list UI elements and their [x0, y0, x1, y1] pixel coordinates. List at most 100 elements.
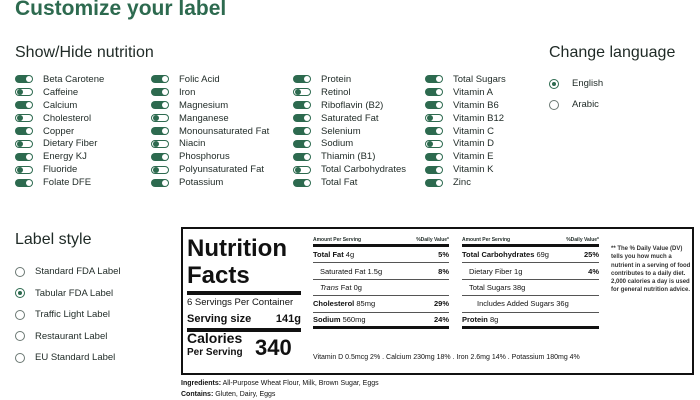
toggle-switch[interactable]: [425, 101, 443, 110]
toggle-vitamin-d[interactable]: Vitamin D: [425, 137, 506, 150]
toggle-fluoride[interactable]: Fluoride: [15, 163, 104, 176]
toggle-energy-kj[interactable]: Energy KJ: [15, 150, 104, 163]
toggle-switch[interactable]: [151, 101, 169, 110]
toggle-vitamin-b12[interactable]: Vitamin B12: [425, 112, 506, 125]
label-style-eu-standard-label[interactable]: EU Standard Label: [15, 347, 121, 369]
toggle-iron[interactable]: Iron: [151, 86, 269, 99]
toggle-zinc[interactable]: Zinc: [425, 176, 506, 189]
toggle-switch[interactable]: [425, 139, 443, 148]
toggle-switch[interactable]: [151, 178, 169, 187]
toggle-switch[interactable]: [425, 165, 443, 174]
toggle-switch[interactable]: [425, 88, 443, 97]
serving-size-row: Serving size 141g: [187, 313, 301, 325]
toggle-switch[interactable]: [293, 75, 311, 84]
language-english[interactable]: English: [549, 73, 603, 94]
toggle-switch[interactable]: [151, 165, 169, 174]
toggle-switch[interactable]: [151, 139, 169, 148]
toggle-knob: [304, 128, 310, 134]
toggle-dietary-fiber[interactable]: Dietary Fiber: [15, 137, 104, 150]
toggle-polyunsaturated-fat[interactable]: Polyunsaturated Fat: [151, 163, 269, 176]
nutrient-label: Protein: [462, 314, 488, 324]
toggle-folate-dfe[interactable]: Folate DFE: [15, 176, 104, 189]
thick-divider: [187, 291, 301, 295]
toggle-vitamin-c[interactable]: Vitamin C: [425, 125, 506, 138]
toggle-switch[interactable]: [151, 114, 169, 123]
toggle-caffeine[interactable]: Caffeine: [15, 86, 104, 99]
toggle-switch[interactable]: [15, 127, 33, 135]
label-style-tabular-fda-label[interactable]: Tabular FDA Label: [15, 283, 121, 305]
toggle-vitamin-b6[interactable]: Vitamin B6: [425, 99, 506, 112]
toggle-switch[interactable]: [293, 139, 311, 148]
toggle-switch[interactable]: [15, 152, 33, 161]
toggle-switch[interactable]: [15, 139, 33, 148]
toggle-switch[interactable]: [293, 88, 311, 97]
toggle-switch[interactable]: [15, 114, 33, 123]
label-style-restaurant-label[interactable]: Restaurant Label: [15, 326, 121, 348]
radio-button[interactable]: [15, 331, 25, 342]
radio-button[interactable]: [15, 266, 25, 277]
toggle-vitamin-k[interactable]: Vitamin K: [425, 163, 506, 176]
toggle-knob: [162, 128, 168, 134]
radio-button[interactable]: [15, 352, 25, 363]
language-arabic[interactable]: Arabic: [549, 94, 603, 115]
toggle-total-fat[interactable]: Total Fat: [293, 176, 406, 189]
toggle-switch[interactable]: [425, 127, 443, 135]
nutrient-amount: 8g: [489, 314, 499, 324]
toggle-switch[interactable]: [151, 88, 169, 97]
toggle-switch[interactable]: [151, 75, 169, 84]
toggle-vitamin-a[interactable]: Vitamin A: [425, 86, 506, 99]
toggle-switch[interactable]: [15, 101, 33, 110]
toggle-switch[interactable]: [293, 101, 311, 110]
radio-button[interactable]: [15, 288, 25, 299]
toggle-switch[interactable]: [425, 152, 443, 161]
toggle-magnesium[interactable]: Magnesium: [151, 99, 269, 112]
contains-label: Contains:: [181, 391, 214, 398]
toggle-copper[interactable]: Copper: [15, 125, 104, 138]
toggle-selenium[interactable]: Selenium: [293, 125, 406, 138]
toggle-manganese[interactable]: Manganese: [151, 112, 269, 125]
toggle-switch[interactable]: [15, 88, 33, 97]
toggle-folic-acid[interactable]: Folic Acid: [151, 73, 269, 86]
toggle-switch[interactable]: [15, 178, 33, 187]
toggle-thiamin-b1[interactable]: Thiamin (B1): [293, 150, 406, 163]
toggle-switch[interactable]: [293, 127, 311, 135]
toggle-vitamin-e[interactable]: Vitamin E: [425, 150, 506, 163]
toggle-switch[interactable]: [425, 114, 443, 123]
toggle-protein[interactable]: Protein: [293, 73, 406, 86]
toggle-saturated-fat[interactable]: Saturated Fat: [293, 112, 406, 125]
toggle-switch[interactable]: [151, 152, 169, 161]
toggle-niacin[interactable]: Niacin: [151, 137, 269, 150]
toggle-phosphorus[interactable]: Phosphorus: [151, 150, 269, 163]
radio-button[interactable]: [549, 99, 559, 110]
toggle-switch[interactable]: [425, 178, 443, 187]
toggle-beta-carotene[interactable]: Beta Carotene: [15, 73, 104, 86]
toggle-total-sugars[interactable]: Total Sugars: [425, 73, 506, 86]
toggle-label: Magnesium: [179, 99, 229, 111]
label-style-standard-fda-label[interactable]: Standard FDA Label: [15, 261, 121, 283]
toggle-knob: [162, 102, 168, 109]
toggle-switch[interactable]: [293, 178, 311, 187]
toggle-riboflavin-b2[interactable]: Riboflavin (B2): [293, 99, 406, 112]
toggle-switch[interactable]: [425, 75, 443, 84]
toggle-switch[interactable]: [293, 152, 311, 161]
toggle-cholesterol[interactable]: Cholesterol: [15, 112, 104, 125]
toggle-switch[interactable]: [293, 114, 311, 123]
toggle-label: Vitamin B6: [453, 99, 499, 111]
title-line-2: Facts: [187, 262, 250, 289]
toggle-sodium[interactable]: Sodium: [293, 137, 406, 150]
toggle-total-carbohydrates[interactable]: Total Carbohydrates: [293, 163, 406, 176]
nutrient-name: Saturated Fat 1.5g: [313, 267, 382, 276]
toggle-monounsaturated-fat[interactable]: Monounsaturated Fat: [151, 125, 269, 138]
toggle-switch[interactable]: [151, 127, 169, 135]
radio-button[interactable]: [15, 309, 25, 320]
toggle-retinol[interactable]: Retinol: [293, 86, 406, 99]
toggle-label: Fluoride: [43, 164, 78, 176]
toggle-switch[interactable]: [15, 165, 33, 174]
toggle-switch[interactable]: [15, 75, 33, 84]
toggle-calcium[interactable]: Calcium: [15, 99, 104, 112]
nutrient-amount: 36g: [556, 299, 569, 309]
label-style-traffic-light-label[interactable]: Traffic Light Label: [15, 304, 121, 326]
toggle-switch[interactable]: [293, 165, 311, 174]
toggle-potassium[interactable]: Potassium: [151, 176, 269, 189]
radio-button[interactable]: [549, 78, 559, 89]
